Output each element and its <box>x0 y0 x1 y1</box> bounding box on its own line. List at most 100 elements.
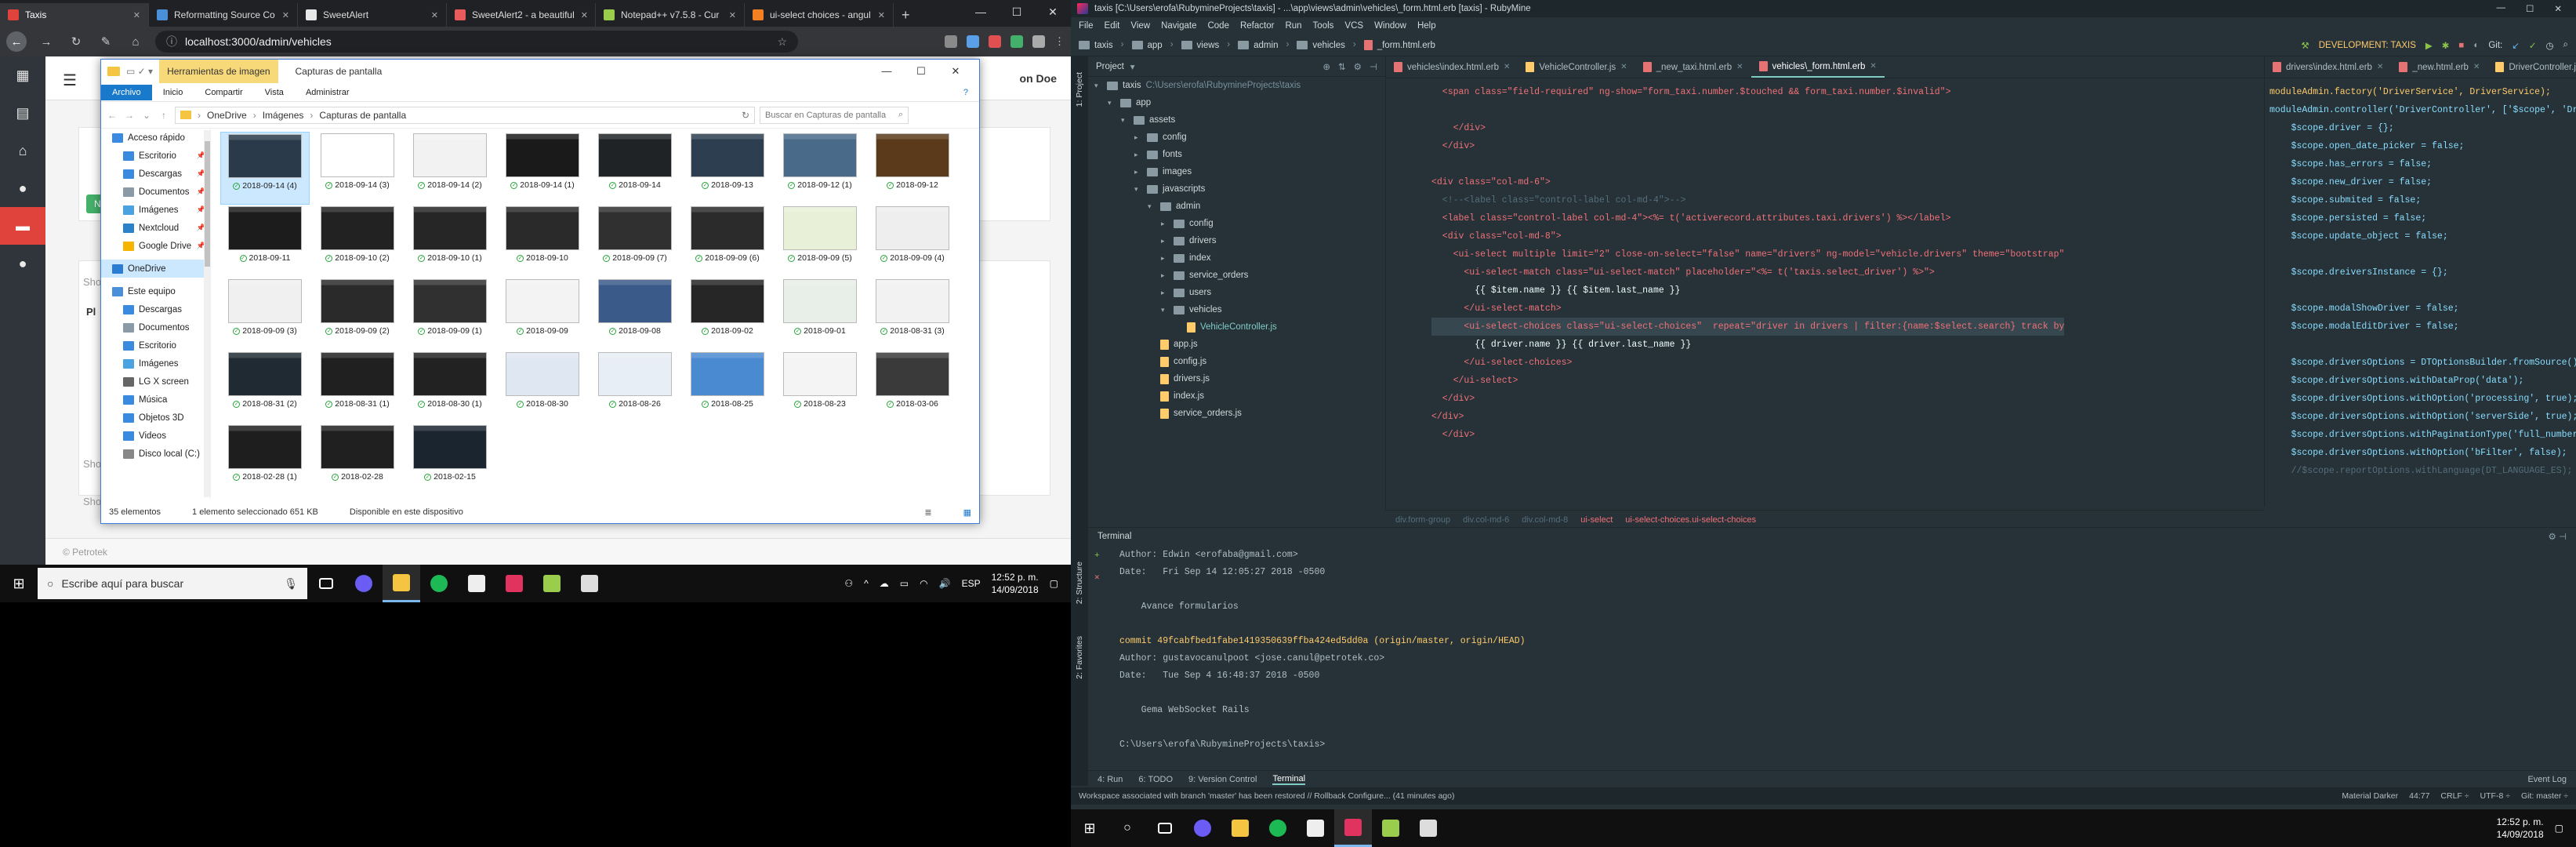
document-icon[interactable]: ▤ <box>0 94 45 132</box>
menu-navigate[interactable]: Navigate <box>1161 21 1196 31</box>
tree-file[interactable]: drivers.js <box>1088 370 1385 387</box>
forward-button[interactable]: → <box>36 31 56 52</box>
spotify-icon[interactable] <box>420 565 458 602</box>
hide-icon[interactable]: ⊣ <box>1370 61 1377 72</box>
expand-arrow-icon[interactable]: ▸ <box>1134 133 1142 142</box>
vcs-commit-icon[interactable]: ✓ <box>2529 40 2537 51</box>
home-icon[interactable]: ⌂ <box>0 132 45 169</box>
status-item[interactable]: Git: master ÷ <box>2521 791 2568 801</box>
file-thumbnail[interactable]: ✓ 2018-08-31 (2) <box>220 351 310 424</box>
image-tools-tab[interactable]: Herramientas de imagen <box>159 60 278 83</box>
expand-arrow-icon[interactable]: ▸ <box>1134 151 1142 159</box>
project-view-select[interactable]: Project <box>1096 62 1124 71</box>
close-tab-icon[interactable]: ✕ <box>1736 63 1743 71</box>
extension-icon[interactable] <box>945 35 957 48</box>
close-button[interactable]: ✕ <box>1035 0 1071 24</box>
debug-icon[interactable]: ✱ <box>2442 40 2450 51</box>
extension-icon[interactable] <box>1010 35 1023 48</box>
menu-run[interactable]: Run <box>1285 21 1301 31</box>
volume-icon[interactable]: 🔊 <box>939 578 951 589</box>
bookmark-star-icon[interactable]: ☆ <box>777 35 787 49</box>
path-segment[interactable]: Capturas de pantalla <box>319 110 406 121</box>
minimize-button[interactable]: — <box>869 65 904 78</box>
details-view-icon[interactable]: ≣ <box>924 507 931 518</box>
tree-file[interactable]: VehicleController.js <box>1088 318 1385 336</box>
nav-item[interactable]: Escritorio 📌 <box>101 147 210 165</box>
file-thumbnail[interactable]: ✓ 2018-09-09 (5) <box>775 205 865 278</box>
browser-tab[interactable]: Reformatting Source Co ✕ <box>149 3 298 27</box>
tree-folder[interactable]: ▸ drivers <box>1088 232 1385 249</box>
nav-scrollbar[interactable] <box>204 130 211 497</box>
address-bar[interactable]: ⓘ localhost:3000/admin/vehicles ☆ <box>155 31 798 53</box>
tree-folder[interactable]: ▾ assets <box>1088 111 1385 129</box>
notifications-icon[interactable]: ▢ <box>2555 823 2563 834</box>
nav-breadcrumb[interactable]: _form.html.erb <box>1363 40 1435 50</box>
home-button[interactable]: ⌂ <box>125 31 146 52</box>
tree-folder[interactable]: ▾ taxis C:\Users\erofa\RubymineProjects\ta… <box>1088 77 1385 94</box>
status-item[interactable]: CRLF ÷ <box>2440 791 2469 801</box>
nav-item[interactable]: Documentos 📌 <box>101 183 210 201</box>
editor-breadcrumb[interactable]: div.col-md-8 <box>1522 515 1568 525</box>
nav-breadcrumb[interactable]: taxis <box>1079 40 1113 50</box>
menu-code[interactable]: Code <box>1207 21 1229 31</box>
tree-folder[interactable]: ▸ index <box>1088 249 1385 267</box>
tool-tab-terminal[interactable]: Terminal <box>1272 774 1306 785</box>
photos-icon[interactable] <box>1410 809 1447 847</box>
ribbon-tab-view[interactable]: Vista <box>254 85 295 100</box>
add-terminal-icon[interactable]: + <box>1094 551 1100 561</box>
expand-arrow-icon[interactable]: ▸ <box>1161 289 1169 297</box>
file-thumbnail[interactable]: ✓ 2018-09-10 (1) <box>405 205 495 278</box>
status-item[interactable]: 44:77 <box>2409 791 2429 801</box>
left-editor[interactable]: <span class="field-required" ng-show="fo… <box>1386 78 2264 507</box>
tray-chevron-icon[interactable]: ^ <box>864 578 869 589</box>
tool-tab-version-control[interactable]: 9: Version Control <box>1188 775 1257 784</box>
language-indicator[interactable]: ESP <box>962 578 981 589</box>
editor-tab[interactable]: vehicles\index.html.erb ✕ <box>1386 56 1518 78</box>
rubymine-icon[interactable] <box>1334 809 1372 847</box>
menu-view[interactable]: View <box>1130 21 1150 31</box>
close-tab-icon[interactable]: ✕ <box>729 10 736 20</box>
browser-tab[interactable]: Taxis ✕ <box>0 3 149 27</box>
file-thumbnail[interactable]: ✓ 2018-09-10 <box>498 205 587 278</box>
expand-arrow-icon[interactable]: ▾ <box>1134 185 1142 194</box>
close-button[interactable]: ✕ <box>938 65 973 78</box>
taskbar-search-box[interactable]: ○ Escribe aquí para buscar 🎙 <box>38 568 307 599</box>
file-thumbnail[interactable]: ✓ 2018-09-09 (6) <box>683 205 772 278</box>
menu-vcs[interactable]: VCS <box>1344 21 1363 31</box>
taskbar-clock[interactable]: 12:52 p. m. 14/09/2018 <box>2497 816 2544 841</box>
large-icons-view-icon[interactable]: ▦ <box>963 507 971 518</box>
terminal-output[interactable]: Author: Edwin <erofaba@gmail.com> Date: F… <box>1119 547 1526 754</box>
close-tab-icon[interactable]: ✕ <box>431 10 438 20</box>
nav-item[interactable]: Disco local (C:) <box>101 445 210 463</box>
editor-breadcrumb[interactable]: ui-select <box>1580 515 1613 525</box>
browser-tab[interactable]: ui-select choices - angul ✕ <box>745 3 894 27</box>
file-thumbnail[interactable]: ✓ 2018-08-30 (1) <box>405 351 495 424</box>
history-icon[interactable]: ◷ <box>2546 40 2554 51</box>
tree-file[interactable]: index.js <box>1088 387 1385 405</box>
hide-panel-icon[interactable]: ⊣ <box>2559 533 2567 542</box>
file-thumbnail[interactable]: ✓ 2018-09-09 (4) <box>868 205 957 278</box>
tree-file[interactable]: config.js <box>1088 353 1385 370</box>
tree-folder[interactable]: ▸ service_orders <box>1088 267 1385 284</box>
file-thumbnail[interactable]: ✓ 2018-02-15 <box>405 424 495 496</box>
file-thumbnail[interactable]: ✓ 2018-09-10 (2) <box>313 205 402 278</box>
ribbon-tab-manage[interactable]: Administrar <box>295 85 361 100</box>
run-icon[interactable]: ▶ <box>2425 40 2433 51</box>
file-thumbnail[interactable]: ✓ 2018-09-14 (2) <box>405 132 495 205</box>
notes-icon[interactable] <box>1297 809 1334 847</box>
explorer-search-input[interactable]: Buscar en Capturas de pantalla ⌕ <box>760 106 909 124</box>
status-item[interactable]: UTF-8 ÷ <box>2480 791 2510 801</box>
back-button[interactable]: ← <box>6 31 27 52</box>
firefox-icon[interactable] <box>345 565 383 602</box>
microphone-icon[interactable]: 🎙 <box>284 577 298 591</box>
new-tab-button[interactable]: + <box>894 7 918 27</box>
notes-icon[interactable] <box>458 565 495 602</box>
file-thumbnail[interactable]: ✓ 2018-09-14 (3) <box>313 132 402 205</box>
file-thumbnail[interactable]: ✓ 2018-08-31 (3) <box>868 278 957 351</box>
tree-folder[interactable]: ▸ config <box>1088 215 1385 232</box>
minimize-button[interactable]: — <box>963 0 999 24</box>
tree-file[interactable]: app.js <box>1088 336 1385 353</box>
file-thumbnail[interactable]: ✓ 2018-09-09 (3) <box>220 278 310 351</box>
coverage-icon[interactable]: ◐ <box>2473 41 2479 50</box>
person-icon[interactable]: ● <box>0 169 45 207</box>
